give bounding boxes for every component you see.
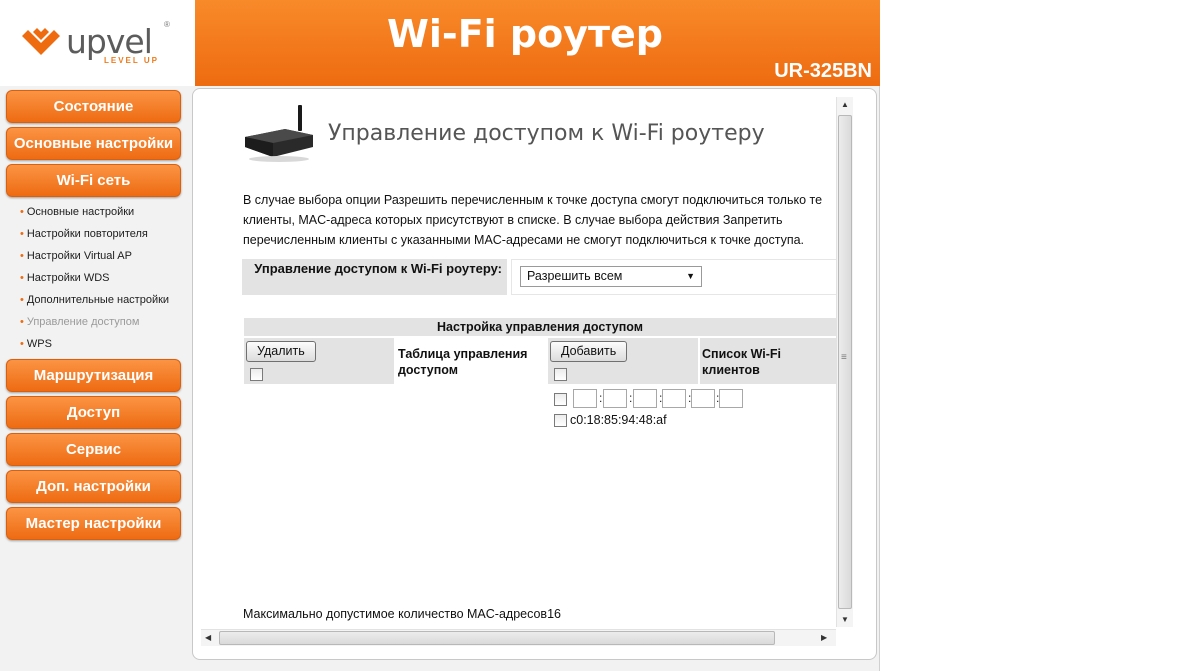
app-frame: upvel ® LEVEL UP Wi-Fi роутер UR-325BN С… [0, 0, 880, 671]
sidebar-item-wifi-network[interactable]: Wi-Fi сеть [6, 164, 181, 197]
content-frame: Управление доступом к Wi-Fi роутеру В сл… [192, 88, 877, 660]
bullet-icon: • [20, 316, 24, 328]
scroll-right-arrow-icon[interactable]: ▶ [821, 633, 827, 642]
sidebar: Состояние Основные настройки Wi-Fi сеть … [0, 86, 190, 671]
upvel-logo-mark-icon [22, 28, 60, 55]
router-image [245, 105, 313, 162]
mac-octet-5-input[interactable] [691, 389, 715, 408]
select-all-table-checkbox[interactable] [250, 368, 263, 381]
new-mac-checkbox[interactable] [554, 393, 567, 406]
horizontal-scrollbar[interactable]: ◀ ▶ [201, 629, 836, 646]
sidebar-item-service[interactable]: Сервис [6, 433, 181, 466]
mac-octet-6-input[interactable] [719, 389, 743, 408]
sidebar-subitem-virtual-ap[interactable]: • Настройки Virtual AP [20, 250, 132, 262]
sidebar-subitem-label: Управление доступом [26, 316, 140, 328]
sidebar-subitem-advanced[interactable]: • Дополнительные настройки [20, 294, 169, 306]
sidebar-item-access[interactable]: Доступ [6, 396, 181, 429]
sidebar-item-status[interactable]: Состояние [6, 90, 181, 123]
access-control-label: Управление доступом к Wi-Fi роутеру: [242, 259, 507, 295]
mac-octet-4-input[interactable] [662, 389, 686, 408]
bullet-icon: • [20, 294, 24, 306]
access-table-label: Таблица управления доступом [398, 347, 528, 377]
client-checkbox[interactable] [554, 414, 567, 427]
sidebar-subitem-wds[interactable]: • Настройки WDS [20, 272, 110, 284]
delete-button[interactable]: Удалить [246, 341, 316, 362]
sidebar-item-basic-settings[interactable]: Основные настройки [6, 127, 181, 160]
sidebar-subitem-label: Основные настройки [26, 206, 135, 218]
access-control-selected: Разрешить всем [527, 269, 623, 283]
section-title: Настройка управления доступом [244, 318, 836, 336]
mac-separator: : [629, 391, 633, 405]
mac-octet-1-input[interactable] [573, 389, 597, 408]
content-area: Управление доступом к Wi-Fi роутеру В сл… [193, 89, 836, 634]
wifi-clients-label: Список Wi-Fi клиентов [702, 347, 782, 377]
add-button[interactable]: Добавить [550, 341, 628, 362]
header-banner: Wi-Fi роутер UR-325BN [195, 0, 880, 86]
bullet-icon: • [20, 272, 24, 284]
sidebar-item-routing[interactable]: Маршрутизация [6, 359, 181, 392]
brand-logo[interactable]: upvel ® LEVEL UP [0, 0, 195, 86]
grip-icon: ≡ [841, 352, 847, 363]
dropdown-arrow-icon: ▼ [686, 271, 695, 281]
sidebar-subitem-wps[interactable]: • WPS [20, 338, 52, 350]
clients-label-column: Список Wi-Fi клиентов [700, 338, 836, 384]
sidebar-subitem-repeater[interactable]: • Настройки повторителя [20, 228, 148, 240]
vertical-scroll-thumb[interactable]: ≡ [838, 115, 852, 609]
page-title: Управление доступом к Wi-Fi роутеру [328, 121, 765, 146]
mac-separator: : [599, 391, 603, 405]
bullet-icon: • [20, 338, 24, 350]
access-control-value-cell: Разрешить всем ▼ [511, 259, 836, 295]
sidebar-item-extra-settings[interactable]: Доп. настройки [6, 470, 181, 503]
mac-octet-3-input[interactable] [633, 389, 657, 408]
sidebar-subitem-access-control[interactable]: • Управление доступом [20, 316, 139, 328]
access-control-select[interactable]: Разрешить всем ▼ [520, 266, 702, 287]
sidebar-subitem-label: Настройки WDS [26, 272, 110, 284]
bullet-icon: • [20, 228, 24, 240]
bullet-icon: • [20, 250, 24, 262]
sidebar-subitem-label: Настройки Virtual AP [26, 250, 132, 262]
scroll-down-arrow-icon[interactable]: ▼ [841, 615, 849, 624]
sidebar-subitem-label: WPS [26, 338, 52, 350]
sidebar-item-setup-wizard[interactable]: Мастер настройки [6, 507, 181, 540]
bullet-icon: • [20, 206, 24, 218]
max-mac-note: Максимально допустимое количество MAC-ад… [243, 607, 561, 621]
sidebar-subitem-label: Дополнительные настройки [26, 294, 170, 306]
description-text: В случае выбора опции Разрешить перечисл… [243, 193, 823, 247]
client-mac-address: c0:18:85:94:48:af [570, 413, 667, 427]
logo-tagline: LEVEL UP [104, 56, 159, 65]
mac-octet-2-input[interactable] [603, 389, 627, 408]
sidebar-subitem-basic[interactable]: • Основные настройки [20, 206, 134, 218]
table-label-column: Таблица управления доступом [396, 338, 546, 384]
delete-column: Удалить [244, 338, 394, 384]
header-title: Wi-Fi роутер [386, 12, 663, 56]
scroll-up-arrow-icon[interactable]: ▲ [841, 100, 849, 109]
registered-mark: ® [164, 20, 170, 29]
access-control-row: Управление доступом к Wi-Fi роутеру: Раз… [242, 259, 836, 295]
add-column: Добавить [548, 338, 698, 384]
scroll-left-arrow-icon[interactable]: ◀ [205, 633, 211, 642]
sidebar-subitem-label: Настройки повторителя [26, 228, 148, 240]
header-model: UR-325BN [774, 60, 872, 82]
vertical-scrollbar[interactable]: ▲ ≡ ▼ [836, 97, 853, 627]
select-all-clients-checkbox[interactable] [554, 368, 567, 381]
horizontal-scroll-thumb[interactable] [219, 631, 775, 645]
